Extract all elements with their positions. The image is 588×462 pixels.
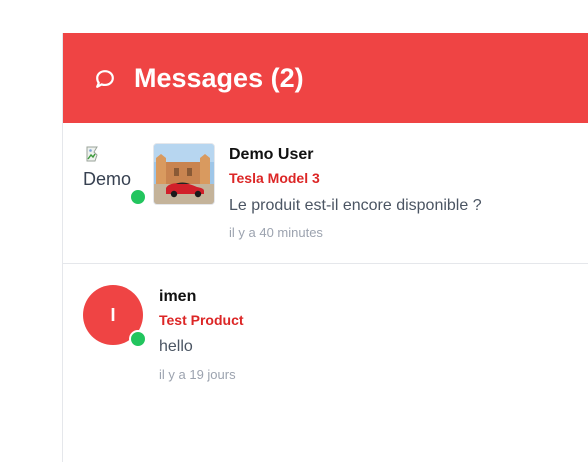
product-name: Tesla Model 3 [229, 170, 320, 186]
messages-header: Messages (2) [63, 33, 588, 123]
online-status-dot [129, 330, 147, 348]
product-thumbnail [153, 143, 215, 205]
avatar: Demo [83, 145, 139, 193]
sender-name: imen [159, 288, 197, 305]
messages-panel: Messages (2) Demo Demo User Tesla Model … [62, 33, 588, 462]
message-timestamp: il y a 19 jours [159, 367, 236, 382]
product-name: Test Product [159, 312, 244, 328]
message-timestamp: il y a 40 minutes [229, 225, 323, 240]
conversation-item[interactable]: I imen Test Product hello il y a 19 jour… [63, 264, 588, 414]
chat-bubble-icon [96, 70, 114, 88]
last-message: hello [159, 338, 193, 355]
online-status-dot [129, 188, 147, 206]
sender-name: Demo User [229, 146, 314, 163]
avatar-initial: I [110, 304, 116, 325]
broken-image-icon [86, 146, 98, 162]
last-message: Le produit est-il encore disponible ? [229, 197, 482, 214]
avatar-alt-text: Demo [83, 169, 132, 189]
conversation-item[interactable]: Demo Demo User Tesla Model 3 Le produit … [63, 123, 588, 264]
page-title: Messages (2) [134, 63, 304, 93]
